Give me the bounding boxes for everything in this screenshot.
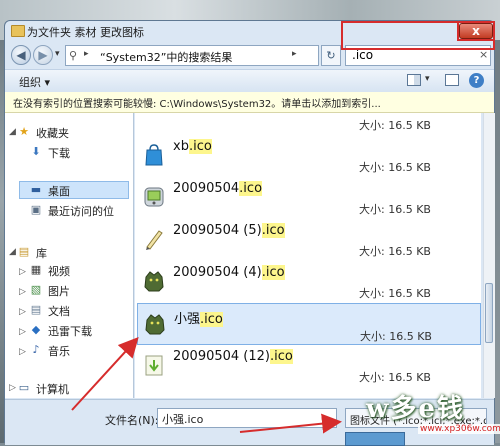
- search-value: .ico: [352, 48, 374, 62]
- shopping-bag-icon: [145, 144, 163, 166]
- navigation-pane: ◢ ★ 收藏夹 ⬇ 下载 ▬ 桌面 ▣ 最近访问的位 ◢ ▤ 库 ▷ ▦ 视频 …: [5, 113, 134, 398]
- list-item[interactable]: 20090504 (12).ico 大小: 16.5 KB: [137, 345, 481, 387]
- filename-value: 小强.ico: [162, 413, 204, 426]
- pencil-icon: [146, 230, 163, 250]
- watermark-url: www.xp306w.com: [418, 424, 500, 434]
- watermark-logo: w多e钱: [366, 394, 465, 424]
- list-item[interactable]: 20090504 (5).ico 大小: 16.5 KB: [137, 219, 481, 261]
- forward-arrow-icon: ▶: [38, 48, 48, 62]
- device-icon: [144, 187, 164, 207]
- expand-computer-icon[interactable]: ▷: [9, 383, 16, 393]
- filename-input[interactable]: 小强.ico: [157, 408, 337, 428]
- file-name: xb.ico: [173, 139, 212, 154]
- list-item[interactable]: 20090504 (4).ico 大小: 16.5 KB: [137, 261, 481, 303]
- scrollbar-thumb[interactable]: [485, 283, 493, 343]
- watermark: w多e钱 www.xp306w.com: [366, 388, 500, 438]
- change-view-icon[interactable]: [407, 74, 421, 86]
- recent-places-icon: ▣: [30, 203, 42, 216]
- recent-pages-dropdown[interactable]: ▾: [55, 49, 60, 59]
- file-size: 大小: 16.5 KB: [359, 203, 431, 216]
- breadcrumb-search-results[interactable]: “System32”中的搜索结果: [100, 49, 232, 65]
- monster-icon: [144, 271, 164, 292]
- view-dropdown-icon[interactable]: ▾: [425, 74, 430, 84]
- list-item[interactable]: xb.ico 大小: 16.5 KB: [137, 135, 481, 177]
- documents-icon: ▤: [30, 303, 42, 316]
- computer-icon: ▭: [18, 381, 30, 394]
- list-item-selected[interactable]: 小强.ico 大小: 16.5 KB: [137, 303, 481, 345]
- download-arrow-icon: [145, 355, 163, 376]
- expand-videos-icon[interactable]: ▷: [19, 267, 26, 277]
- expand-pictures-icon[interactable]: ▷: [19, 287, 26, 297]
- forward-button[interactable]: ▶: [33, 45, 53, 65]
- list-item[interactable]: 20090504.ico 大小: 16.5 KB: [137, 177, 481, 219]
- organize-menu[interactable]: 组织 ▾: [19, 74, 50, 90]
- expand-libraries-icon[interactable]: ◢: [9, 247, 16, 257]
- change-icon-dialog: 为文件夹 素材 更改图标 x ◀ ▶ ▾ ⚲ ▸ “System32”中的搜索结…: [4, 20, 495, 446]
- filename-label: 文件名(N):: [105, 414, 159, 427]
- downloads-icon: ⬇: [31, 145, 41, 158]
- info-bar-text: 在没有索引的位置搜索可能较慢: C:\Windows\System32。请单击以…: [13, 99, 381, 110]
- refresh-icon: ↻: [326, 49, 336, 62]
- file-size: 大小: 16.5 KB: [360, 330, 432, 343]
- refresh-button[interactable]: ↻: [321, 45, 341, 66]
- list-item[interactable]: 大小: 16.5 KB: [137, 113, 481, 135]
- file-name: 20090504 (4).ico: [173, 265, 285, 280]
- breadcrumb-chevron-icon[interactable]: ▸: [84, 49, 89, 59]
- file-size: 大小: 16.5 KB: [359, 287, 431, 300]
- vertical-scrollbar[interactable]: [483, 113, 495, 398]
- file-list[interactable]: 大小: 16.5 KB xb.ico 大小: 16.5 KB 20090504.…: [135, 113, 481, 398]
- window-title: 为文件夹 素材 更改图标: [27, 26, 144, 39]
- expand-music-icon[interactable]: ▷: [19, 347, 26, 357]
- expand-thunder-downloads-icon[interactable]: ▷: [19, 327, 26, 337]
- star-icon: ★: [19, 125, 29, 138]
- help-icon[interactable]: ?: [469, 73, 484, 88]
- back-button[interactable]: ◀: [11, 45, 31, 65]
- folder-icon: [11, 25, 25, 37]
- file-size: 大小: 16.5 KB: [359, 245, 431, 258]
- file-name: 小强.ico: [174, 312, 223, 327]
- search-results-icon: ⚲: [69, 49, 78, 62]
- file-size: 大小: 16.5 KB: [359, 161, 431, 174]
- pictures-icon: ▧: [30, 283, 42, 296]
- index-info-bar[interactable]: 在没有索引的位置搜索可能较慢: C:\Windows\System32。请单击以…: [5, 92, 494, 113]
- search-box-annotation: [341, 21, 495, 50]
- library-icon: ▤: [18, 245, 30, 258]
- preview-pane-icon[interactable]: [445, 74, 459, 86]
- videos-icon: ▦: [30, 263, 42, 276]
- address-bar[interactable]: ⚲ ▸ “System32”中的搜索结果 ▸: [65, 45, 319, 66]
- file-name: 20090504 (12).ico: [173, 349, 293, 364]
- expand-documents-icon[interactable]: ▷: [19, 307, 26, 317]
- file-size: 大小: 16.5 KB: [359, 371, 431, 384]
- back-arrow-icon: ◀: [16, 48, 26, 62]
- file-name: 20090504 (5).ico: [173, 223, 285, 238]
- breadcrumb-chevron-icon[interactable]: ▸: [292, 49, 297, 59]
- music-icon: ♪: [32, 343, 40, 356]
- monster-icon: [145, 314, 165, 335]
- file-size: 大小: 16.5 KB: [359, 119, 431, 132]
- thunder-downloads-icon: ◆: [31, 323, 41, 336]
- file-name: 20090504.ico: [173, 181, 263, 196]
- desktop-icon: ▬: [30, 183, 42, 196]
- command-bar: 组织 ▾ ▾ ?: [5, 69, 494, 93]
- expand-favorites-icon[interactable]: ◢: [9, 127, 16, 137]
